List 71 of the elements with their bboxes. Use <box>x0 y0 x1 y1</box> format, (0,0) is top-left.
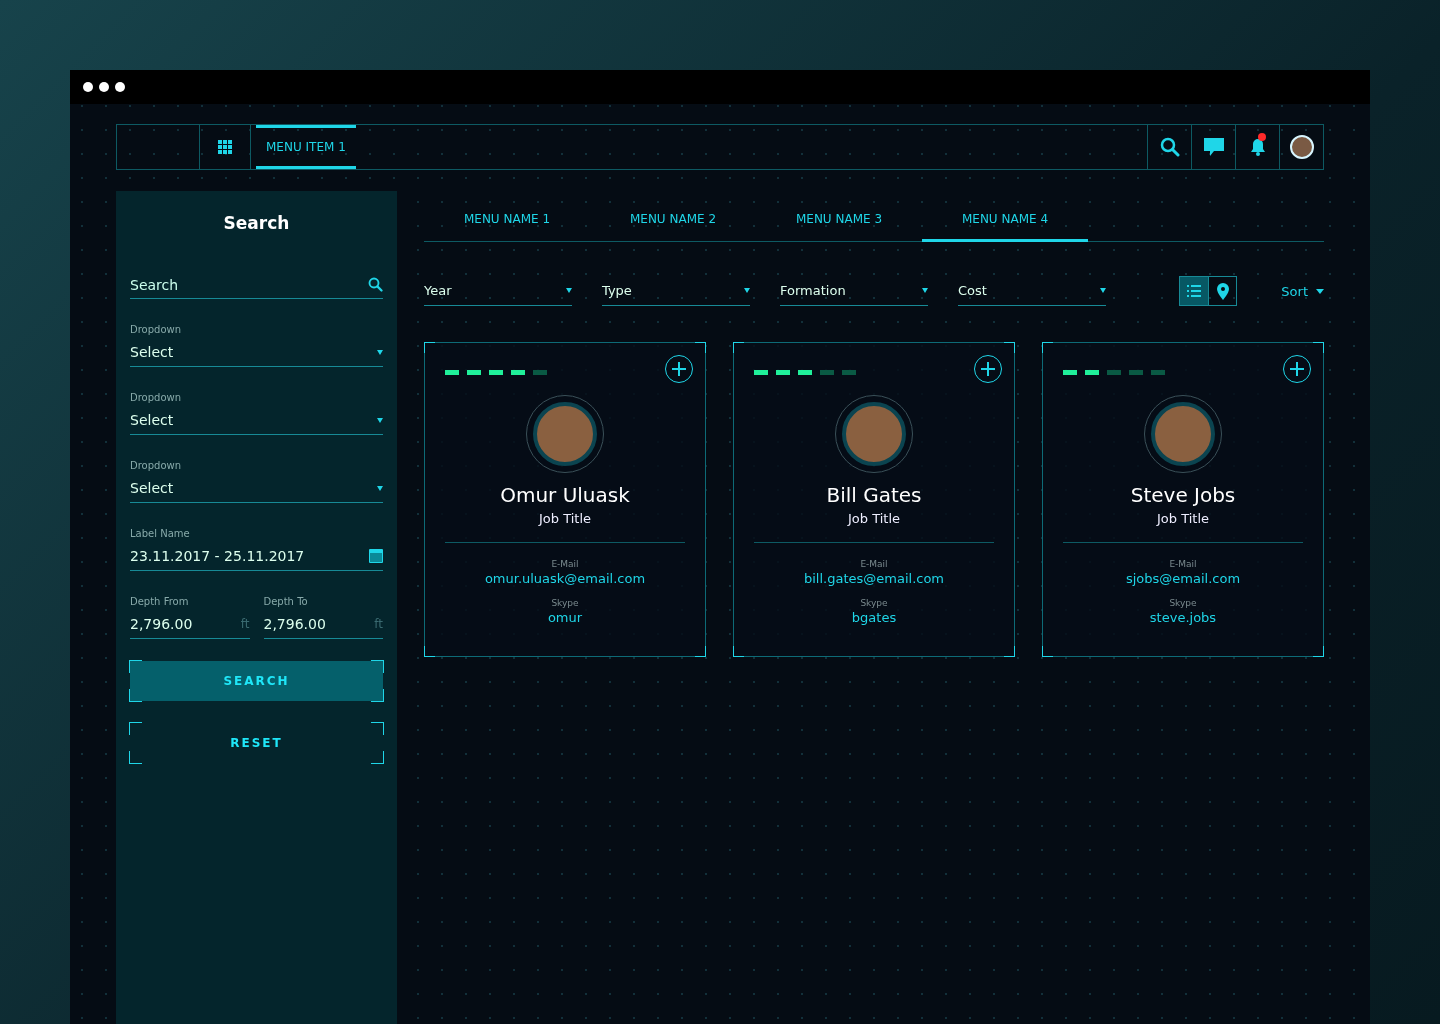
caret-icon <box>922 288 928 293</box>
caret-icon <box>1316 288 1324 294</box>
photo-placeholder <box>842 402 906 466</box>
field-label: Dropdown <box>130 324 183 335</box>
caret-icon <box>377 485 383 491</box>
skype-name: bgates <box>850 610 898 625</box>
caret-icon <box>566 288 572 293</box>
nav-item[interactable]: MENU ITEM 1 <box>256 125 356 169</box>
plus-icon <box>981 362 995 376</box>
caret-icon <box>377 349 383 355</box>
bell-icon <box>1249 138 1266 156</box>
field-label: Dropdown <box>130 392 183 403</box>
search-icon <box>368 277 383 292</box>
list-view-toggle[interactable] <box>1180 277 1209 305</box>
window-dot[interactable] <box>99 82 109 92</box>
avatar-icon <box>1289 135 1314 159</box>
caret-icon <box>377 417 383 423</box>
field-label: Depth From <box>130 596 190 607</box>
job-title: Job Title <box>1155 511 1210 526</box>
email-label: E-Mail <box>859 559 889 569</box>
filter-dropdown[interactable]: Type <box>602 276 750 306</box>
skype-label: Skype <box>550 598 580 608</box>
filter-dropdown[interactable]: Year <box>424 276 572 306</box>
email-label: E-Mail <box>550 559 580 569</box>
field-label: Depth To <box>263 596 309 607</box>
skype-label: Skype <box>1168 598 1198 608</box>
sort-dropdown[interactable]: Sort <box>1281 283 1324 299</box>
select-dropdown[interactable]: Select <box>130 338 383 367</box>
person-name: Steve Jobs <box>1129 483 1237 507</box>
email-link[interactable]: omur.uluask@email.com <box>445 571 685 586</box>
select-dropdown[interactable]: Select <box>130 406 383 435</box>
window-dot[interactable] <box>115 82 125 92</box>
window-dot[interactable] <box>83 82 93 92</box>
photo-placeholder <box>533 402 597 466</box>
select-dropdown[interactable]: Select <box>130 474 383 503</box>
email-label: E-Mail <box>1168 559 1198 569</box>
job-title: Job Title <box>846 511 901 526</box>
skype-label: Skype <box>859 598 889 608</box>
job-title: Job Title <box>537 511 592 526</box>
caret-icon <box>744 288 750 293</box>
reset-button[interactable]: RESET <box>130 723 383 763</box>
skype-name: steve.jobs <box>1148 610 1218 625</box>
panel-title: Search <box>222 213 291 233</box>
person-name: Omur Uluask <box>499 483 631 507</box>
person-name: Bill Gates <box>825 483 923 507</box>
filter-dropdown[interactable]: Cost <box>958 276 1106 306</box>
plus-icon <box>1290 362 1304 376</box>
calendar-icon <box>369 549 383 563</box>
skype-name: omur <box>546 610 584 625</box>
date-range-field[interactable]: 23.11.2017 - 25.11.2017 <box>130 542 383 571</box>
search-field[interactable]: Search <box>130 271 383 299</box>
plus-icon <box>672 362 686 376</box>
filter-dropdown[interactable]: Formation <box>780 276 928 306</box>
depth-input[interactable]: 2,796.00 ft <box>130 610 250 639</box>
map-pin-icon <box>1216 282 1229 300</box>
tab[interactable]: MENU NAME 1 <box>424 198 590 242</box>
list-icon <box>1187 285 1202 297</box>
email-link[interactable]: bill.gates@email.com <box>754 571 994 586</box>
chat-bubble-icon <box>1203 138 1224 156</box>
depth-input[interactable]: 2,796.00 ft <box>263 610 383 639</box>
search-button[interactable]: SEARCH <box>130 661 383 701</box>
search-icon <box>1159 137 1180 157</box>
tab[interactable]: MENU NAME 2 <box>590 198 756 242</box>
field-label: Label Name <box>130 528 191 539</box>
grid-icon[interactable] <box>218 140 232 154</box>
photo-placeholder <box>1151 402 1215 466</box>
caret-icon <box>1100 288 1106 293</box>
field-label: Dropdown <box>130 460 183 471</box>
tab[interactable]: MENU NAME 4 <box>922 198 1088 242</box>
tab[interactable]: MENU NAME 3 <box>756 198 922 242</box>
email-link[interactable]: sjobs@email.com <box>1063 571 1303 586</box>
